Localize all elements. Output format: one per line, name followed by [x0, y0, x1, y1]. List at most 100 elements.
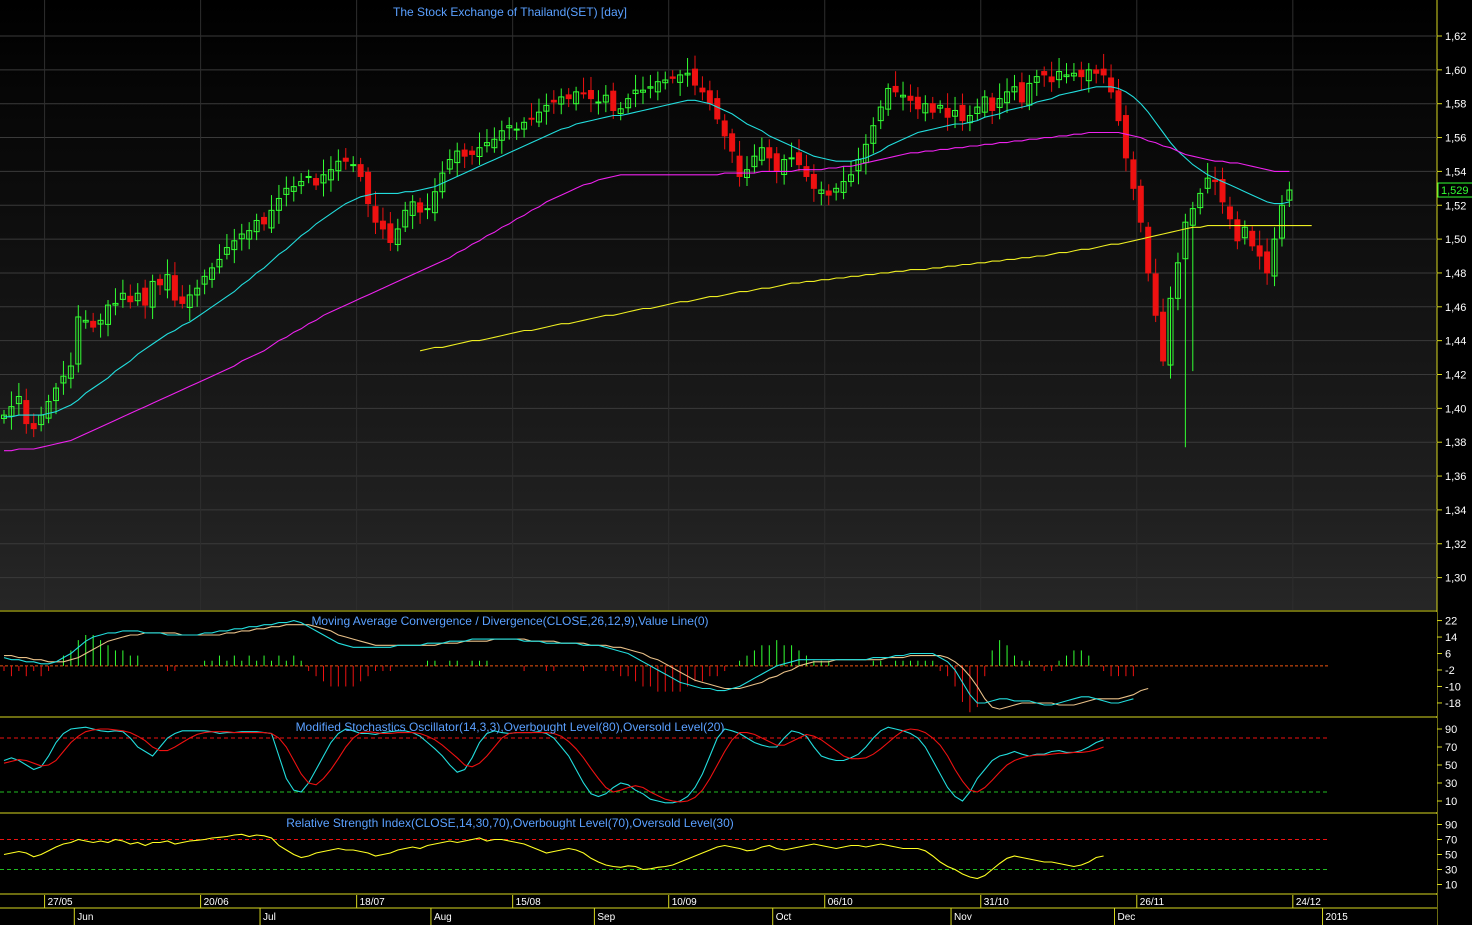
candle-body	[766, 147, 773, 159]
y-tick-label: 50	[1445, 850, 1457, 862]
candle-body	[796, 152, 803, 166]
candle-body	[721, 120, 728, 137]
x-month-label: Jun	[77, 912, 93, 923]
candle-body	[595, 101, 602, 104]
candle-body	[565, 94, 572, 100]
candle-body	[1048, 76, 1055, 83]
candle-body	[989, 97, 996, 111]
candle-body	[706, 90, 713, 105]
y-tick-label: 1,44	[1445, 336, 1466, 348]
y-tick-label: 10	[1445, 880, 1457, 892]
y-tick-label: 70	[1445, 742, 1457, 754]
candle-body	[513, 128, 520, 131]
candle-body	[729, 133, 736, 152]
y-tick-label: 1,50	[1445, 234, 1466, 246]
candle-body	[1256, 245, 1263, 257]
candle-body	[803, 166, 810, 177]
y-tick-label: 1,42	[1445, 370, 1466, 382]
candle-body	[365, 171, 372, 205]
candle-body	[1130, 159, 1137, 189]
x-month-label: Sep	[597, 912, 615, 923]
candle-body	[1093, 69, 1100, 74]
candle-body	[580, 92, 587, 95]
candle-body	[387, 223, 394, 243]
y-tick-label: 30	[1445, 865, 1457, 877]
y-tick-label: 90	[1445, 820, 1457, 832]
candle-body	[342, 157, 349, 162]
x-month-label: Jul	[263, 912, 276, 923]
price-panel-title: The Stock Exchange of Thailand(SET) [day…	[393, 5, 627, 19]
candle-body	[810, 173, 817, 189]
x-tick-label: 18/07	[360, 897, 385, 908]
macd-panel: 22 14 6 -2 -10 -18	[0, 612, 1461, 716]
rsi-panel-title: Relative Strength Index(CLOSE,14,30,70),…	[286, 816, 734, 830]
candle-body	[379, 220, 386, 230]
candle-body	[127, 295, 134, 303]
candle-body	[157, 278, 164, 286]
x-month-label: Oct	[776, 912, 792, 923]
candle-body	[30, 423, 37, 430]
macd-background	[0, 612, 1437, 716]
y-tick-label: 1,32	[1445, 539, 1466, 551]
candle-body	[357, 164, 364, 177]
y-tick-label: 1,48	[1445, 268, 1466, 280]
y-tick-label: 1,40	[1445, 403, 1466, 415]
y-tick-label: 50	[1445, 760, 1457, 772]
y-tick-label: 30	[1445, 778, 1457, 790]
candle-body	[691, 68, 698, 86]
candle-body	[313, 178, 320, 186]
y-tick-label: 6	[1445, 649, 1451, 661]
candle-body	[528, 117, 535, 120]
x-tick-label: 26/11	[1140, 897, 1165, 908]
candle-body	[417, 202, 424, 213]
candle-body	[773, 153, 780, 172]
candle-body	[23, 400, 30, 425]
candle-body	[1234, 219, 1241, 242]
y-tick-label: 1,46	[1445, 302, 1466, 314]
candle-body	[171, 275, 178, 301]
candle-body	[669, 76, 676, 79]
candle-body	[1249, 230, 1256, 247]
candle-body	[350, 164, 357, 167]
y-tick-label: 22	[1445, 616, 1457, 628]
candle-body	[1226, 206, 1233, 220]
y-tick-label: 10	[1445, 796, 1457, 808]
candle-body	[1152, 273, 1159, 316]
candle-body	[550, 99, 557, 103]
y-tick-label: 1,38	[1445, 437, 1466, 449]
candle-body	[90, 320, 97, 328]
macd-panel-title: Moving Average Convergence / Divergence(…	[311, 614, 708, 628]
x-month-label: Aug	[434, 912, 452, 923]
candle-body	[142, 287, 149, 306]
y-tick-label: 1,60	[1445, 65, 1466, 77]
candle-body	[1122, 115, 1129, 159]
x-tick-label: 15/08	[516, 897, 541, 908]
candle-body	[1100, 68, 1107, 76]
y-tick-label: 1,30	[1445, 573, 1466, 585]
candle-body	[1145, 226, 1152, 274]
candle-body	[1115, 90, 1122, 122]
candle-body	[825, 190, 832, 196]
candle-body	[1018, 82, 1025, 103]
y-tick-label: 1,62	[1445, 31, 1466, 43]
candle-body	[469, 150, 476, 155]
y-tick-label: 1,56	[1445, 133, 1466, 145]
x-tick-label: 31/10	[984, 897, 1009, 908]
last-value-label: 1,529	[1441, 185, 1469, 197]
candle-body	[1108, 77, 1115, 93]
candle-body	[714, 98, 721, 120]
candle-body	[587, 89, 594, 100]
chart-canvas: 1,62 1,60 1,58 1,56 1,54 1,52 1,50 1,48 1,46 1,44…	[0, 0, 1472, 925]
y-tick-label: 1,36	[1445, 471, 1466, 483]
y-tick-label: 14	[1445, 632, 1457, 644]
candle-body	[1137, 185, 1144, 223]
candle-body	[1041, 71, 1048, 76]
y-tick-label: 1,54	[1445, 166, 1466, 178]
y-tick-label: 1,52	[1445, 200, 1466, 212]
y-tick-label: -2	[1445, 665, 1455, 677]
x-month-label: Dec	[1118, 912, 1136, 923]
y-tick-label: 1,34	[1445, 505, 1466, 517]
candle-body	[929, 103, 936, 113]
candle-body	[892, 85, 899, 93]
candle-body	[959, 104, 966, 122]
